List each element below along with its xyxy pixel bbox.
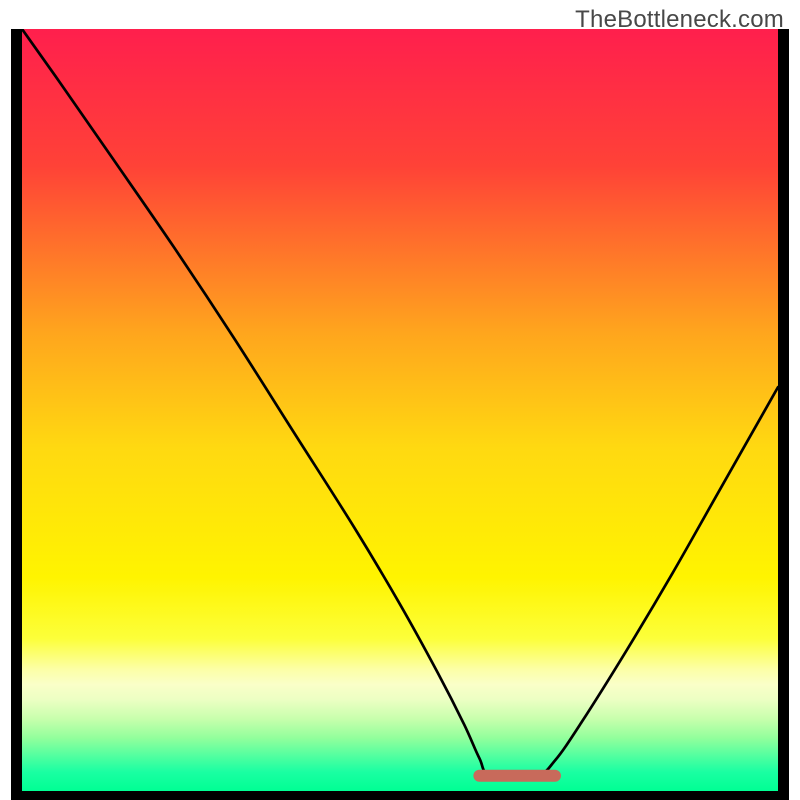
- curve-layer: [22, 29, 778, 791]
- bottleneck-curve: [22, 29, 778, 778]
- plot-border: [11, 29, 789, 800]
- plot-area: [22, 29, 778, 791]
- chart-frame: TheBottleneck.com: [0, 0, 800, 800]
